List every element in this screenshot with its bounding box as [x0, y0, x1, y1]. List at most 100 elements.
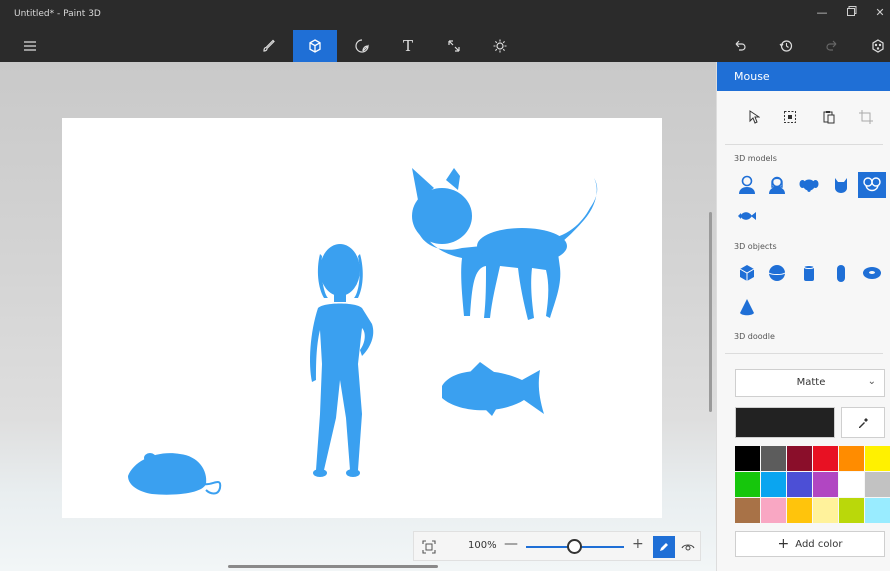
tab-3d-shapes[interactable] — [293, 30, 337, 62]
remix3d-icon — [872, 39, 884, 53]
cube-icon — [739, 265, 755, 281]
select-button[interactable] — [745, 108, 763, 126]
color-swatch[interactable] — [761, 472, 786, 497]
undo-button[interactable] — [718, 30, 762, 62]
crop-icon — [859, 110, 873, 124]
view-3d-button[interactable] — [678, 537, 698, 557]
tab-canvas[interactable] — [432, 30, 476, 62]
redo-icon — [826, 40, 837, 51]
zoom-out-button[interactable]: — — [504, 536, 518, 552]
cube-button[interactable] — [733, 260, 761, 286]
mouse-model[interactable] — [128, 453, 222, 495]
color-swatch[interactable] — [787, 446, 812, 471]
chevron-down-icon: ⌄ — [867, 376, 876, 387]
cylinder-button[interactable] — [795, 260, 823, 286]
workspace[interactable]: 100% — + — [0, 62, 716, 571]
donut-button[interactable] — [858, 260, 886, 286]
fish-mouse-model-icon — [863, 177, 881, 192]
color-swatch[interactable] — [839, 472, 864, 497]
tab-text[interactable]: T — [386, 30, 430, 62]
tab-brushes[interactable] — [247, 30, 291, 62]
menu-button[interactable] — [8, 30, 52, 62]
undo-icon — [735, 40, 746, 51]
color-swatch[interactable] — [735, 498, 760, 523]
woman-model-button[interactable] — [763, 172, 791, 198]
color-swatch[interactable] — [839, 446, 864, 471]
divider — [725, 353, 883, 354]
color-swatch[interactable] — [865, 446, 890, 471]
add-color-label: Add color — [795, 538, 843, 550]
sphere-icon — [768, 265, 786, 281]
color-swatch[interactable] — [813, 446, 838, 471]
cat-model[interactable] — [412, 168, 598, 320]
sphere-button[interactable] — [763, 260, 791, 286]
material-dropdown[interactable]: Matte ⌄ — [735, 369, 885, 397]
cat-model-button[interactable] — [827, 172, 855, 198]
eye-icon — [681, 544, 695, 551]
remix3d-button[interactable] — [856, 30, 890, 62]
history-icon — [779, 40, 793, 52]
pen-icon — [660, 543, 668, 551]
vertical-scrollbar[interactable] — [709, 212, 712, 412]
section-label-3d-objects: 3D objects — [734, 242, 777, 251]
select-region-button[interactable] — [781, 108, 799, 126]
color-swatch[interactable] — [839, 498, 864, 523]
divider — [725, 144, 883, 145]
zoom-in-button[interactable]: + — [632, 536, 644, 552]
color-swatch[interactable] — [787, 498, 812, 523]
fit-to-screen-button[interactable] — [418, 537, 440, 557]
redo-button[interactable] — [810, 30, 854, 62]
color-swatch[interactable] — [865, 472, 890, 497]
crop-button[interactable] — [857, 108, 875, 126]
color-swatch[interactable] — [761, 498, 786, 523]
donut-icon — [863, 267, 881, 279]
man-model-icon — [739, 175, 755, 194]
restore-button[interactable] — [842, 6, 862, 24]
horizontal-scrollbar[interactable] — [228, 565, 438, 568]
color-swatch[interactable] — [813, 472, 838, 497]
eyedropper-button[interactable] — [841, 407, 885, 438]
text-icon: T — [402, 37, 413, 55]
tab-effects[interactable] — [478, 30, 522, 62]
dog-model-button[interactable] — [795, 172, 823, 198]
cone-icon — [740, 299, 754, 316]
close-button[interactable]: ✕ — [870, 6, 890, 24]
history-button[interactable] — [764, 30, 808, 62]
minimize-button[interactable]: — — [812, 6, 832, 24]
zoom-bar: 100% — + — [413, 531, 701, 561]
color-swatch[interactable] — [735, 472, 760, 497]
plus-icon: + — [777, 536, 790, 552]
color-swatch[interactable] — [865, 498, 890, 523]
sticker-icon — [355, 39, 369, 53]
effects-sun-icon — [493, 39, 507, 53]
title-bar: Untitled* - Paint 3D — ✕ — [0, 0, 890, 30]
canvas[interactable] — [62, 118, 662, 518]
woman-model-icon — [769, 176, 785, 194]
cone-button[interactable] — [733, 294, 761, 320]
eyedropper-icon — [859, 417, 868, 428]
select-region-icon — [784, 111, 796, 123]
woman-model[interactable] — [310, 244, 374, 477]
paste-button[interactable] — [820, 108, 838, 126]
fish-model[interactable] — [442, 362, 544, 416]
fit-screen-icon — [422, 540, 436, 554]
color-swatch[interactable] — [787, 472, 812, 497]
zoom-slider-thumb[interactable] — [567, 539, 582, 554]
color-swatch[interactable] — [813, 498, 838, 523]
add-color-button[interactable]: + Add color — [735, 531, 885, 557]
fish-model-button[interactable] — [733, 203, 761, 229]
pen-mode-button[interactable] — [653, 536, 675, 558]
man-model-button[interactable] — [733, 172, 761, 198]
cylinder-icon — [803, 265, 815, 281]
fish-model-icon — [738, 212, 756, 220]
color-swatch[interactable] — [761, 446, 786, 471]
section-label-3d-doodle: 3D doodle — [734, 332, 775, 341]
tab-stickers[interactable] — [340, 30, 384, 62]
current-color-swatch[interactable] — [735, 407, 835, 438]
paste-icon — [823, 111, 835, 124]
color-swatch[interactable] — [735, 446, 760, 471]
capsule-button[interactable] — [827, 260, 855, 286]
section-label-3d-models: 3D models — [734, 154, 777, 163]
cat-model-icon — [835, 178, 847, 193]
fish-mouse-model-button[interactable] — [858, 172, 886, 198]
